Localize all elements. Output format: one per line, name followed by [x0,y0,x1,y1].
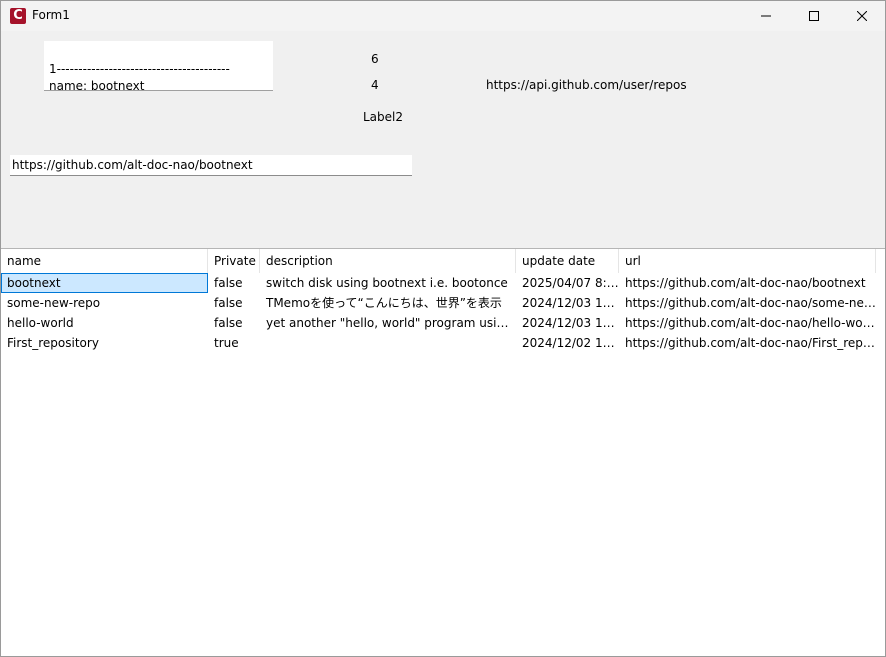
cell-description: TMemoを使って“こんにちは、世界”を表示 [266,296,502,310]
close-icon [857,11,867,21]
cell-description: switch disk using bootnext i.e. bootonce [266,276,508,290]
app-window: C Form1 1-------------------------------… [0,0,886,657]
total-count-label: 6 [371,52,379,66]
cell-private: false [214,296,243,310]
api-url-label: https://api.github.com/user/repos [486,78,687,92]
url-field[interactable] [10,155,412,176]
column-header-url[interactable]: url [619,249,876,273]
cell-private: false [214,316,243,330]
cell-private: false [214,276,243,290]
cell-update-date: 2024/12/03 14:... [522,316,619,330]
list-item[interactable]: bootnext false switch disk using bootnex… [1,273,885,293]
close-button[interactable] [838,1,885,31]
list-item[interactable]: some-new-repo false TMemoを使って“こんにちは、世界”を… [1,293,885,313]
memo-box[interactable]: 1---------------------------------------… [44,41,273,91]
list-item[interactable]: hello-world false yet another "hello, wo… [1,313,885,333]
title-bar[interactable]: C Form1 [1,1,885,31]
list-item[interactable]: First_repository true 2024/12/02 16:... … [1,333,885,353]
cell-update-date: 2024/12/02 16:... [522,336,619,350]
minimize-button[interactable] [742,1,790,31]
list-header: name Private description update date url [1,249,885,273]
column-header-private[interactable]: Private [208,249,260,273]
app-icon: C [10,8,26,24]
cell-update-date: 2025/04/07 8:5... [522,276,619,290]
cell-private: true [214,336,239,350]
cell-update-date: 2024/12/03 16:... [522,296,619,310]
cell-url: https://github.com/alt-doc-nao/bootnext [625,276,866,290]
cell-name[interactable]: some-new-repo [1,293,208,313]
label2: Label2 [363,110,404,124]
cell-description [260,333,516,353]
repo-list-view[interactable]: name Private description update date url… [1,248,885,656]
shown-count-label: 4 [371,78,379,92]
cell-name[interactable]: First_repository [1,333,208,353]
window-title: Form1 [32,8,70,22]
memo-line: name: bootnext [49,79,145,91]
column-header-update-date[interactable]: update date [516,249,619,273]
minimize-icon [761,15,771,17]
memo-line: 1---------------------------------------… [49,62,230,76]
cell-url: https://github.com/alt-doc-nao/hello-wor… [625,316,876,330]
cell-name[interactable]: bootnext [1,273,208,293]
maximize-button[interactable] [790,1,838,31]
column-header-name[interactable]: name [1,249,208,273]
column-header-description[interactable]: description [260,249,516,273]
cell-url: https://github.com/alt-doc-nao/some-new-… [625,296,876,310]
cell-url: https://github.com/alt-doc-nao/First_rep… [625,336,876,350]
cell-description: yet another "hello, world" program using… [266,316,516,330]
cell-name[interactable]: hello-world [1,313,208,333]
maximize-icon [809,11,819,21]
